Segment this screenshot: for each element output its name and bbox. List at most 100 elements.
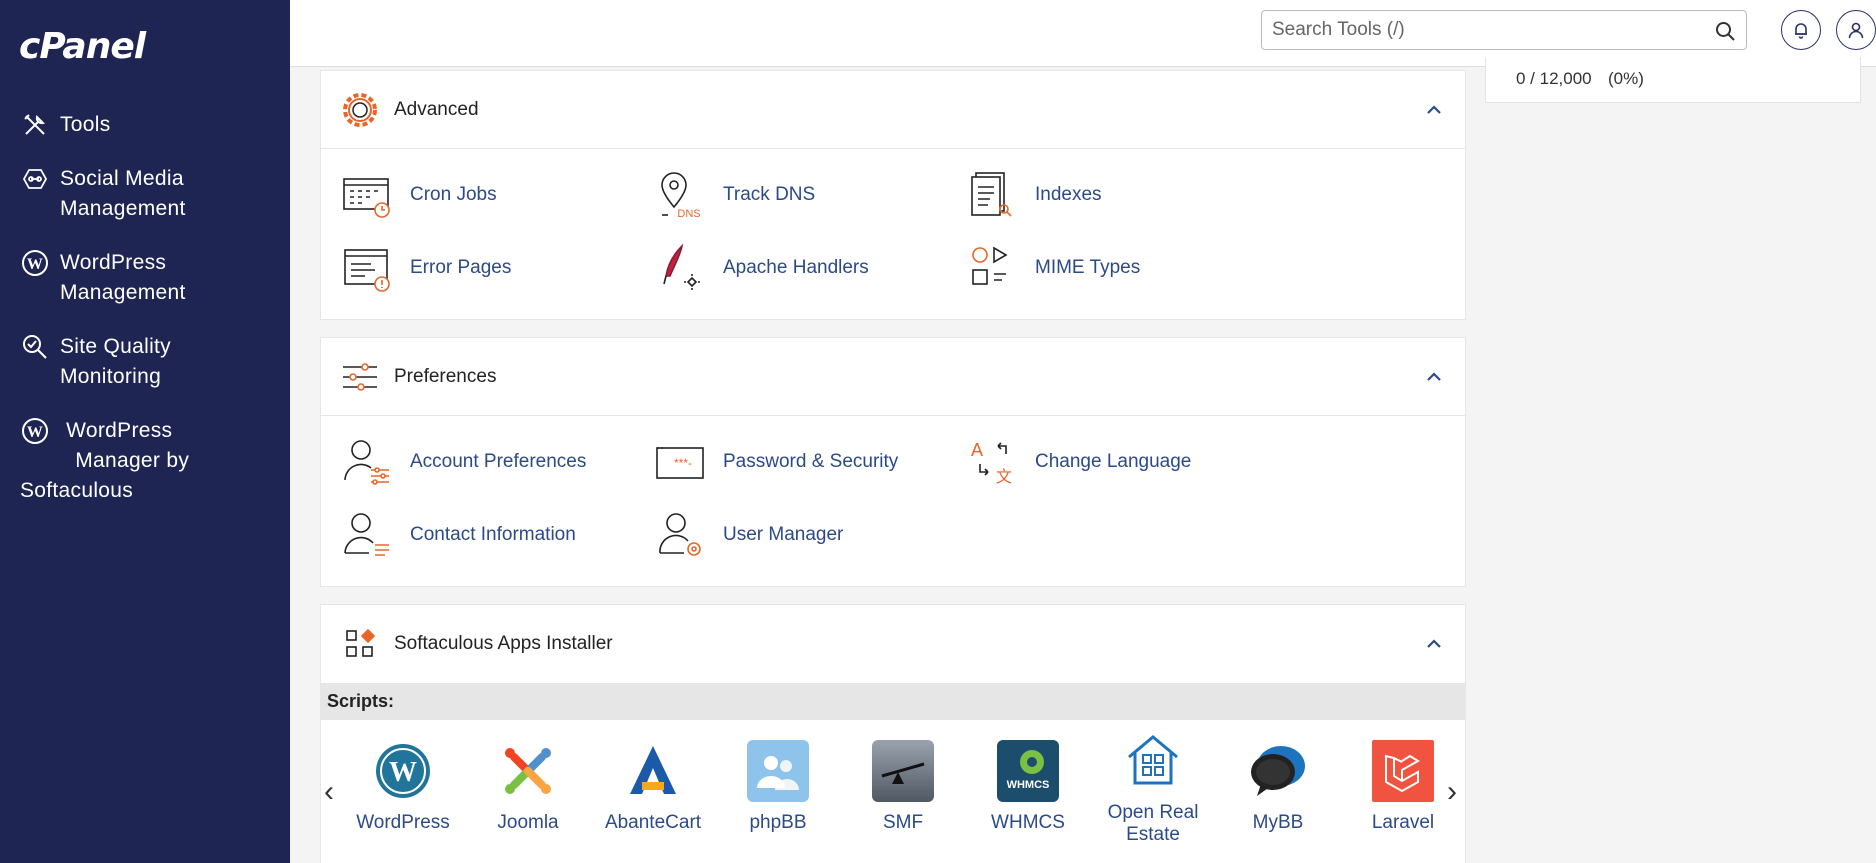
- app-label: Open Real Estate: [1091, 802, 1215, 846]
- label-line-1: Site Quality: [60, 335, 171, 358]
- smf-app-icon: [872, 740, 934, 802]
- app-mybb[interactable]: MyBB: [1216, 740, 1340, 834]
- sidebar-item-label: Tools: [60, 113, 111, 136]
- section-title: Advanced: [394, 98, 479, 120]
- svg-text:W: W: [389, 757, 417, 788]
- carousel-next-icon[interactable]: ›: [1447, 775, 1457, 809]
- password-security-icon: ***-: [654, 436, 706, 488]
- label-line-1: Social Media: [60, 167, 184, 190]
- svg-text:W: W: [27, 256, 43, 273]
- tool-user-manager[interactable]: User Manager: [654, 509, 843, 561]
- tool-label: Change Language: [1035, 451, 1192, 472]
- softaculous-section-header[interactable]: Softaculous Apps Installer: [321, 605, 1465, 683]
- error-pages-icon: [341, 242, 393, 294]
- sidebar-item-tools[interactable]: Tools: [0, 106, 290, 144]
- tools-icon: [20, 110, 50, 140]
- contact-information-icon: [341, 509, 393, 561]
- tool-track-dns[interactable]: DNS Track DNS: [654, 169, 815, 221]
- tool-contact-information[interactable]: Contact Information: [341, 509, 576, 561]
- chevron-up-icon[interactable]: [1423, 633, 1445, 655]
- chevron-up-icon[interactable]: [1423, 366, 1445, 388]
- apps-grid-icon: [341, 625, 379, 663]
- app-smf[interactable]: SMF: [841, 740, 965, 834]
- advanced-section-header[interactable]: Advanced: [321, 71, 1465, 149]
- track-dns-icon: DNS: [654, 169, 706, 221]
- cpanel-logo[interactable]: cPanel: [19, 26, 146, 67]
- svg-text:W: W: [27, 424, 43, 441]
- app-label: WHMCS: [991, 812, 1065, 833]
- whmcs-app-icon: WHMCS: [997, 740, 1059, 802]
- sidebar: cPanel Tools Social Media Management W Wo…: [0, 0, 290, 863]
- section-title: Softaculous Apps Installer: [394, 633, 613, 654]
- mime-types-icon: [966, 242, 1018, 294]
- wordpress-icon: W: [20, 416, 50, 446]
- tool-error-pages[interactable]: Error Pages: [341, 242, 511, 294]
- tool-label: Contact Information: [410, 524, 576, 545]
- preferences-section-header[interactable]: Preferences: [321, 338, 1465, 416]
- tool-mime-types[interactable]: MIME Types: [966, 242, 1140, 294]
- sidebar-item-site-quality[interactable]: Site Quality Monitoring: [0, 328, 290, 396]
- tool-label: Cron Jobs: [410, 184, 497, 205]
- sidebar-item-label: WordPress Management: [60, 248, 186, 308]
- tool-change-language[interactable]: A文 Change Language: [966, 436, 1191, 488]
- chevron-up-icon[interactable]: [1423, 99, 1445, 121]
- sidebar-item-label: Site Quality Monitoring: [60, 332, 171, 392]
- search-input[interactable]: [1262, 11, 1682, 49]
- label-line-1: WordPress: [66, 419, 173, 442]
- usage-value: 0 / 12,000: [1516, 69, 1592, 88]
- sidebar-item-wordpress-manager-softaculous[interactable]: W WordPress Manager by Softaculous: [0, 412, 290, 510]
- app-label: WordPress: [356, 812, 450, 833]
- app-whmcs[interactable]: WHMCS WHMCS: [966, 740, 1090, 834]
- app-label: Joomla: [497, 812, 559, 833]
- search-icon[interactable]: [1714, 20, 1736, 42]
- app-joomla[interactable]: Joomla: [466, 740, 590, 834]
- wordpress-app-icon: W: [372, 740, 434, 802]
- whmcs-badge-text: WHMCS: [1007, 779, 1050, 791]
- notifications-button[interactable]: [1781, 10, 1821, 50]
- user-icon: [1848, 22, 1864, 39]
- sidebar-item-wordpress-management[interactable]: W WordPress Management: [0, 244, 290, 312]
- tool-label: Track DNS: [723, 184, 816, 205]
- tool-account-preferences[interactable]: Account Preferences: [341, 436, 586, 488]
- bell-icon: [1795, 23, 1807, 39]
- search-box: [1261, 10, 1747, 50]
- preferences-section: Preferences Account Preferences ***- Pas…: [320, 337, 1466, 587]
- label-line-3: Softaculous: [20, 479, 134, 502]
- site-quality-icon: [20, 332, 50, 362]
- app-phpbb[interactable]: phpBB: [716, 740, 840, 834]
- label-line-1: Open Real: [1107, 802, 1199, 823]
- tool-password-security[interactable]: ***- Password & Security: [654, 436, 898, 488]
- carousel-prev-icon[interactable]: ‹: [324, 775, 334, 809]
- indexes-icon: [966, 169, 1018, 221]
- label-line-2: Manager by: [75, 449, 190, 472]
- sidebar-nav: Tools Social Media Management W WordPress…: [0, 106, 290, 526]
- app-open-real-estate[interactable]: Open Real Estate: [1091, 730, 1215, 846]
- social-media-icon: [20, 164, 50, 194]
- label-line-2: Estate: [1126, 824, 1180, 845]
- label-line-1: WordPress: [60, 251, 167, 274]
- apache-handlers-icon: [654, 242, 706, 294]
- svg-text:A: A: [971, 440, 983, 460]
- sidebar-item-social-media[interactable]: Social Media Management: [0, 160, 290, 228]
- user-menu-button[interactable]: [1836, 10, 1876, 50]
- tool-apache-handlers[interactable]: Apache Handlers: [654, 242, 869, 294]
- account-preferences-icon: [341, 436, 393, 488]
- label-line-2: Management: [60, 281, 186, 304]
- mybb-app-icon: [1247, 740, 1309, 802]
- tool-indexes[interactable]: Indexes: [966, 169, 1102, 221]
- tool-cron-jobs[interactable]: Cron Jobs: [341, 169, 497, 221]
- wordpress-icon: W: [20, 248, 50, 278]
- tool-label: MIME Types: [1035, 257, 1141, 278]
- app-label: AbanteCart: [604, 812, 702, 833]
- app-abantecart[interactable]: AbanteCart: [591, 740, 715, 834]
- advanced-gear-icon: [341, 91, 379, 129]
- app-wordpress[interactable]: W WordPress: [341, 740, 465, 834]
- sidebar-item-label: Social Media Management: [60, 164, 186, 224]
- usage-stat-panel: 0 / 12,000 (0%): [1485, 57, 1861, 103]
- sliders-icon: [341, 358, 379, 396]
- advanced-section: Advanced Cron Jobs DNS Track DNS Indexes: [320, 70, 1466, 320]
- apps-carousel: ‹ W WordPress Joomla AbanteCart phpBB SM…: [321, 720, 1465, 862]
- cron-jobs-icon: [341, 169, 393, 221]
- tool-label: Password & Security: [723, 451, 899, 472]
- tool-label: Account Preferences: [410, 451, 587, 472]
